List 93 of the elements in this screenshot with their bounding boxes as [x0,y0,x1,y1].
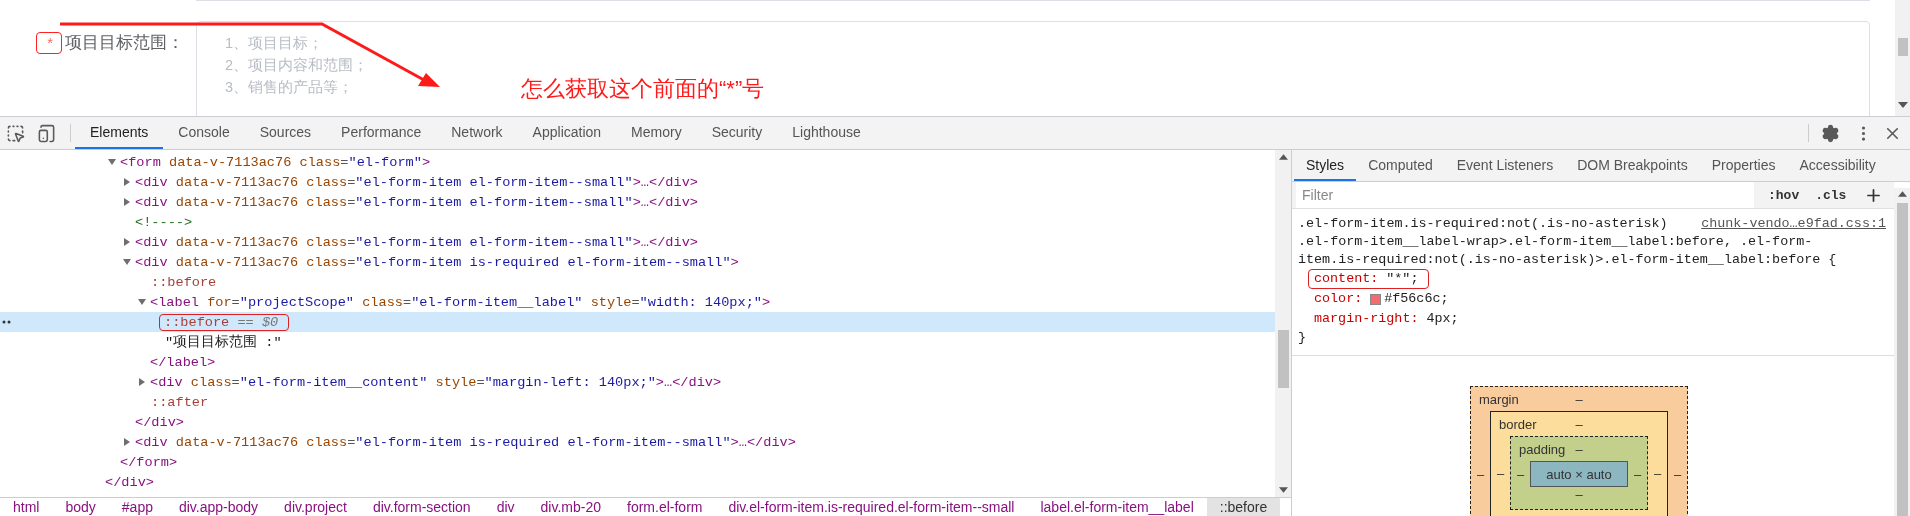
devtools-tab[interactable]: Network [436,117,518,149]
breadcrumb[interactable]: form.el-form [614,498,716,516]
color-swatch[interactable] [1370,293,1382,305]
closing-tag-line[interactable]: </label> [150,354,216,370]
style-toggle[interactable]: .cls [1815,187,1847,203]
filter-field[interactable]: Filter [1296,182,1754,208]
box-value: – [1575,441,1583,457]
expand-arrow-icon[interactable] [122,197,132,207]
breadcrumb[interactable]: div.project [271,498,360,516]
box-value: – [1652,465,1663,481]
breadcrumb[interactable]: div [483,498,528,516]
panel-tab[interactable]: Properties [1699,150,1788,181]
css-selector: .el-form-item__label-wrap>.el-form-item__label:before, .el-form- [1298,233,1813,251]
breadcrumb[interactable]: html [0,498,53,516]
breadcrumb[interactable]: ::before [1206,498,1281,516]
required-mark: * [36,32,62,54]
scroll-down-icon[interactable] [1278,487,1288,493]
css-value: "*"; [1386,270,1419,288]
breadcrumb[interactable]: div.app-body [165,498,272,516]
css-selector: .el-form-item.is-required:not(.is-no-asterisk) [1298,215,1668,233]
closing-tag-line[interactable]: </form> [120,454,178,470]
closing-tag-line[interactable]: </div> [105,474,154,490]
scrollbar[interactable] [1275,150,1291,497]
devtools-tab[interactable]: Console [163,117,245,149]
html-tag-line[interactable]: <form data-v-7113ac76 class="el-form"> [120,154,431,170]
devtools-tab[interactable]: Elements [75,117,164,149]
scroll-up-icon[interactable] [1897,191,1907,197]
html-tag-line[interactable]: <div data-v-7113ac76 class="el-form-item is-required el-form-item--small"> [135,254,739,270]
closing-tag-line[interactable]: </div> [135,414,184,430]
expand-arrow-icon[interactable] [122,237,132,247]
stylesheet-link[interactable]: chunk-vendo…e9fad.css:1 [1701,215,1886,233]
box-value: – [1632,466,1643,482]
css-brace: } [1298,329,1307,347]
expand-arrow-icon[interactable] [122,257,132,267]
style-toggle[interactable]: :hov [1768,187,1800,203]
panel-tab[interactable]: Computed [1356,150,1445,181]
box-value: – [1574,487,1584,504]
box-value: – [1575,391,1583,407]
scrollbar-thumb[interactable] [1896,203,1908,516]
html-tag-line[interactable]: <div data-v-7113ac76 class="el-form-item is-required el-form-item--small">…</div> [135,434,796,450]
breadcrumb[interactable]: label.el-form-item__label [1027,498,1207,516]
devtools-tab[interactable]: Application [517,117,617,149]
css-value: #f56c6c; [1370,290,1449,308]
html-tag-line[interactable]: <div class="el-form-item__content" style="margin-left: 140px;">…</div> [150,374,722,390]
content-box: auto × auto [1530,461,1628,487]
html-tag-line[interactable]: <div data-v-7113ac76 class="el-form-item el-form-item--small">…</div> [135,174,698,190]
panel-tab[interactable]: Accessibility [1787,150,1888,181]
html-tag-line[interactable]: <div data-v-7113ac76 class="el-form-item el-form-item--small">…</div> [135,194,698,210]
scrollbar[interactable] [1895,0,1910,116]
comment-line[interactable]: <!----> [135,214,193,230]
devtools-tab[interactable]: Memory [616,117,697,149]
annotation-text: 怎么获取这个前面的“*”号 [521,76,765,102]
devtools-tab[interactable]: Sources [244,117,327,149]
selected-row[interactable]: ::before == $0 [0,312,1275,332]
field-label: 项目目标范围： [65,32,184,52]
box-value: – [1575,416,1583,432]
expand-arrow-icon[interactable] [137,377,147,387]
css-property: color: [1314,290,1363,308]
css-value: 4px; [1426,310,1459,328]
devtools-tab[interactable]: Performance [326,117,437,149]
box-label: border [1499,416,1537,432]
text-node-line[interactable]: "项目目标范围 :" [165,333,282,351]
breadcrumb[interactable]: body [52,498,109,516]
box-label: padding [1519,441,1566,457]
css-selector: item.is-required:not(.is-no-asterisk)>.el-form-item__label:before { [1298,251,1837,269]
scroll-down-icon[interactable] [1897,102,1908,108]
expand-arrow-icon[interactable] [122,177,132,187]
panel-tab[interactable]: DOM Breakpoints [1565,150,1700,181]
expand-arrow-icon[interactable] [107,157,117,167]
scrollbar-thumb[interactable] [1897,38,1908,56]
scroll-up-icon[interactable] [1278,154,1288,160]
box-value: – [1495,465,1506,481]
devtools-tab[interactable]: Lighthouse [777,117,876,149]
breadcrumb[interactable]: #app [108,498,166,516]
html-tag-line[interactable]: <div data-v-7113ac76 class="el-form-item el-form-item--small">…</div> [135,234,698,250]
panel-tab[interactable]: Event Listeners [1444,150,1566,181]
breadcrumb[interactable]: div.mb-20 [527,498,614,516]
pseudo-element-line[interactable]: ::before [150,273,228,291]
css-property: content: [1314,270,1379,288]
box-value: – [1515,466,1526,482]
expand-arrow-icon[interactable] [122,437,132,447]
box-label: margin [1479,391,1519,407]
css-property: margin-right: [1314,310,1419,328]
breadcrumb[interactable]: div.form-section [359,498,484,516]
scrollbar-thumb[interactable] [1277,330,1289,388]
html-tag-line[interactable]: <label for="projectScope" class="el-form-item__label" style="width: 140px;"> [150,294,771,310]
pseudo-element-line[interactable]: ::after [150,393,220,411]
scrollbar[interactable] [1894,188,1910,516]
expand-arrow-icon[interactable] [137,297,147,307]
devtools-tab[interactable]: Security [696,117,778,149]
box-value: – [1475,466,1486,482]
breadcrumb[interactable]: div.el-form-item.is-required.el-form-item--small [715,498,1028,516]
box-value: – [1672,466,1683,482]
